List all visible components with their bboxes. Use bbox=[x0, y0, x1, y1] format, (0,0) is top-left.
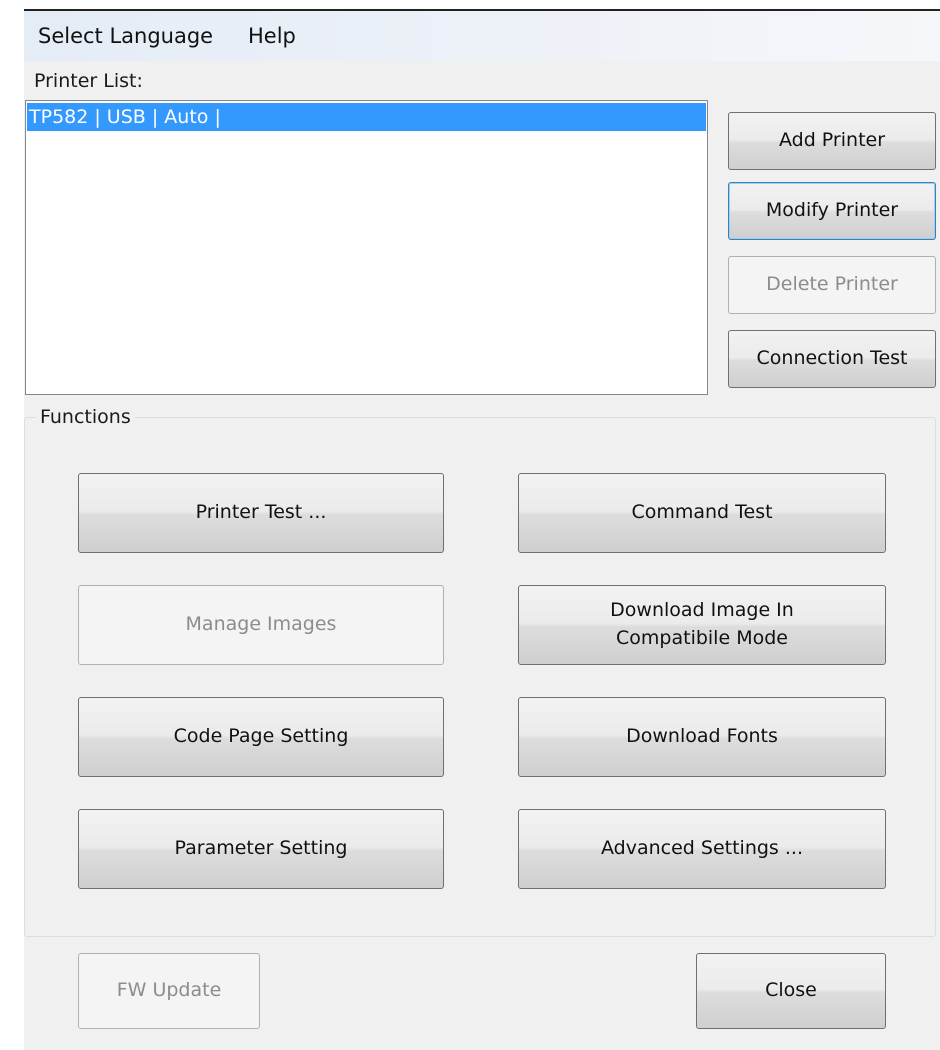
command-test-button[interactable]: Command Test bbox=[518, 473, 886, 553]
functions-group-title: Functions bbox=[36, 406, 135, 428]
download-image-label-line1: Download Image In bbox=[610, 599, 794, 622]
menu-help[interactable]: Help bbox=[248, 24, 296, 48]
advanced-settings-button[interactable]: Advanced Settings ... bbox=[518, 809, 886, 889]
close-button[interactable]: Close bbox=[696, 953, 886, 1029]
add-printer-button[interactable]: Add Printer bbox=[728, 112, 936, 170]
download-fonts-button[interactable]: Download Fonts bbox=[518, 697, 886, 777]
modify-printer-button[interactable]: Modify Printer bbox=[728, 182, 936, 240]
printer-list-label: Printer List: bbox=[34, 70, 143, 92]
delete-printer-button[interactable]: Delete Printer bbox=[728, 256, 936, 314]
fw-update-button[interactable]: FW Update bbox=[78, 953, 260, 1029]
download-image-label-line2: Compatibile Mode bbox=[616, 627, 788, 649]
printer-list-item[interactable]: TP582 | USB | Auto | bbox=[27, 103, 706, 131]
printer-utility-window: Select Language Help Printer List: TP582… bbox=[24, 9, 940, 1050]
printer-test-button[interactable]: Printer Test ... bbox=[78, 473, 444, 553]
download-image-compatible-mode-button[interactable]: Download Image In Compatibile Mode bbox=[518, 585, 886, 665]
manage-images-button[interactable]: Manage Images bbox=[78, 585, 444, 665]
connection-test-button[interactable]: Connection Test bbox=[728, 330, 936, 388]
code-page-setting-button[interactable]: Code Page Setting bbox=[78, 697, 444, 777]
printer-listbox[interactable]: TP582 | USB | Auto | bbox=[25, 100, 708, 395]
parameter-setting-button[interactable]: Parameter Setting bbox=[78, 809, 444, 889]
menu-select-language[interactable]: Select Language bbox=[38, 24, 213, 48]
menu-bar: Select Language Help bbox=[24, 11, 940, 61]
